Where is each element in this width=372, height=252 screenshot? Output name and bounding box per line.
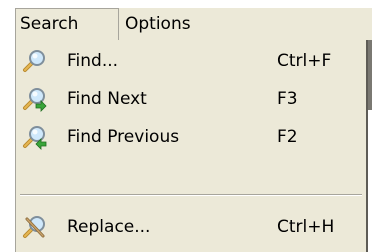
replace-icon [23, 216, 45, 238]
menubar: Search Options [15, 8, 372, 41]
menu-options-label: Options [125, 14, 191, 34]
menu-item-find-next-label: Find Next [67, 89, 147, 109]
menu-item-find-next[interactable]: Find Next F3 [16, 80, 366, 118]
background-strip [368, 40, 372, 110]
menu-item-find-next-shortcut: F3 [277, 89, 298, 109]
menu-item-find[interactable]: Find... Ctrl+F [16, 42, 366, 80]
menu-item-replace[interactable]: Replace... Ctrl+H [16, 208, 366, 246]
menu-item-replace-label: Replace... [67, 217, 151, 237]
magnifier-icon [23, 50, 45, 72]
menu-item-find-previous-label: Find Previous [67, 127, 180, 147]
menu-search[interactable]: Search [15, 8, 119, 41]
find-next-icon [23, 88, 47, 112]
menu-item-find-label: Find... [67, 51, 119, 71]
search-dropdown-menu: Find... Ctrl+F Find Next F3 Find Previou… [15, 40, 368, 252]
menu-options[interactable]: Options [123, 8, 223, 41]
menu-search-label: Search [20, 14, 79, 34]
menu-separator [20, 194, 362, 196]
menu-item-find-previous-shortcut: F2 [277, 127, 298, 147]
find-previous-icon [23, 126, 47, 150]
menu-item-find-shortcut: Ctrl+F [277, 51, 332, 71]
screen: Search Options Find... Ctrl+F Find Next … [0, 0, 372, 252]
menu-item-replace-shortcut: Ctrl+H [277, 217, 335, 237]
menu-item-find-previous[interactable]: Find Previous F2 [16, 118, 366, 156]
